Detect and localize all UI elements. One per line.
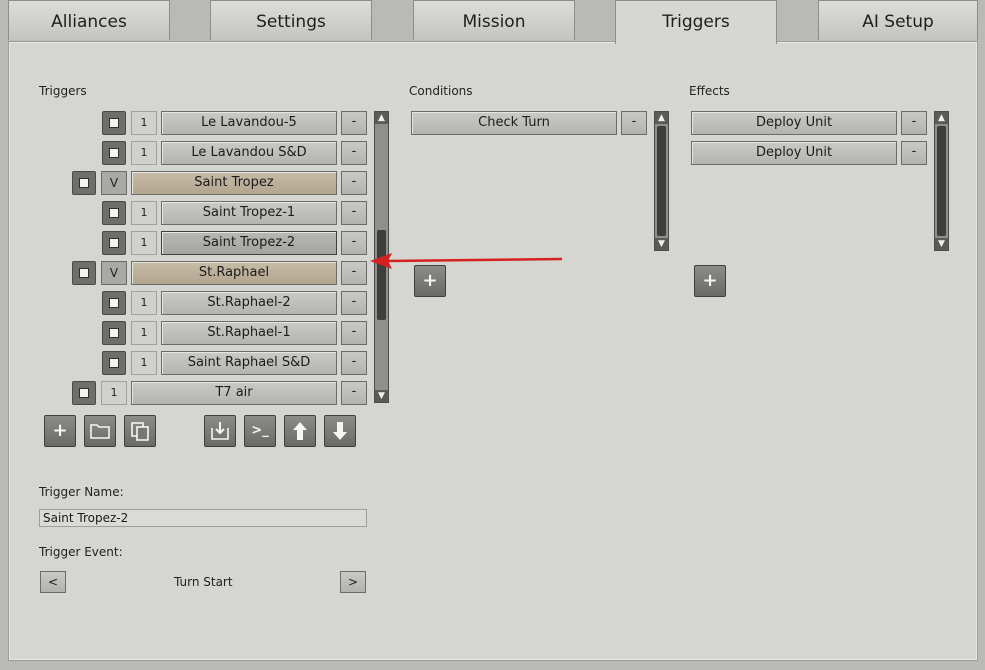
condition-button[interactable]: Check Turn [411,111,617,135]
remove-trigger-button[interactable]: - [341,261,367,285]
import-icon[interactable] [204,415,236,447]
scroll-thumb[interactable] [657,126,666,236]
remove-trigger-button[interactable]: - [341,321,367,345]
copy-icon[interactable] [124,415,156,447]
effect-button[interactable]: Deploy Unit [691,111,897,135]
trigger-event-label: Trigger Event: [39,545,123,559]
trigger-button[interactable]: Saint Tropez-1 [161,201,337,225]
tab-mission[interactable]: Mission [413,0,575,40]
remove-trigger-button[interactable]: - [341,351,367,375]
effects-label: Effects [689,84,730,98]
scroll-down-icon[interactable]: ▼ [375,390,388,402]
trigger-button[interactable]: St.Raphael-2 [161,291,337,315]
trigger-checkbox[interactable] [102,321,126,345]
trigger-count: 1 [131,141,157,165]
remove-trigger-button[interactable]: - [341,291,367,315]
add-effect-icon[interactable]: + [694,265,726,297]
annotation-arrow-icon [370,253,563,269]
remove-trigger-button[interactable]: - [341,201,367,225]
trigger-button[interactable]: Le Lavandou S&D [161,141,337,165]
conditions-scrollbar[interactable]: ▲ ▼ [654,111,669,251]
event-prev-button[interactable]: < [40,571,66,593]
trigger-count: 1 [131,201,157,225]
trigger-checkbox[interactable] [72,261,96,285]
trigger-group-button[interactable]: St.Raphael [131,261,337,285]
remove-condition-button[interactable]: - [621,111,647,135]
trigger-count: 1 [131,321,157,345]
trigger-checkbox[interactable] [102,111,126,135]
effect-button[interactable]: Deploy Unit [691,141,897,165]
trigger-button[interactable]: St.Raphael-1 [161,321,337,345]
trigger-group-button[interactable]: Saint Tropez [131,171,337,195]
trigger-checkbox[interactable] [102,141,126,165]
scroll-down-icon[interactable]: ▼ [655,238,668,250]
group-expand-toggle[interactable]: V [101,171,127,195]
scroll-up-icon[interactable]: ▲ [655,112,668,124]
trigger-count: 1 [101,381,127,405]
remove-trigger-button[interactable]: - [341,381,367,405]
remove-trigger-button[interactable]: - [341,171,367,195]
trigger-button[interactable]: Saint Raphael S&D [161,351,337,375]
scroll-up-icon[interactable]: ▲ [935,112,948,124]
trigger-checkbox[interactable] [72,171,96,195]
group-expand-toggle[interactable]: V [101,261,127,285]
trigger-checkbox[interactable] [102,231,126,255]
scroll-thumb[interactable] [377,230,386,320]
remove-trigger-button[interactable]: - [341,141,367,165]
remove-trigger-button[interactable]: - [341,231,367,255]
trigger-count: 1 [131,231,157,255]
tab-alliances[interactable]: Alliances [8,0,170,40]
trigger-event-value: Turn Start [174,575,233,589]
effects-scrollbar[interactable]: ▲ ▼ [934,111,949,251]
event-next-button[interactable]: > [340,571,366,593]
trigger-count: 1 [131,351,157,375]
triggers-label: Triggers [39,84,87,98]
tab-settings[interactable]: Settings [210,0,372,40]
add-icon[interactable]: + [44,415,76,447]
trigger-name-label: Trigger Name: [39,485,124,499]
tab-triggers[interactable]: Triggers [615,0,777,44]
trigger-name-input[interactable]: Saint Tropez-2 [39,509,367,527]
remove-effect-button[interactable]: - [901,141,927,165]
move-down-icon[interactable] [324,415,356,447]
trigger-button-selected[interactable]: Saint Tropez-2 [161,231,337,255]
console-icon[interactable]: >_ [244,415,276,447]
trigger-checkbox[interactable] [102,201,126,225]
trigger-count: 1 [131,291,157,315]
trigger-checkbox[interactable] [102,291,126,315]
trigger-checkbox[interactable] [72,381,96,405]
trigger-button[interactable]: Le Lavandou-5 [161,111,337,135]
scroll-up-icon[interactable]: ▲ [375,112,388,124]
scroll-thumb[interactable] [937,126,946,236]
move-up-icon[interactable] [284,415,316,447]
folder-icon[interactable] [84,415,116,447]
tab-ai-setup[interactable]: AI Setup [818,0,978,40]
conditions-label: Conditions [409,84,473,98]
remove-effect-button[interactable]: - [901,111,927,135]
remove-trigger-button[interactable]: - [341,111,367,135]
trigger-checkbox[interactable] [102,351,126,375]
trigger-count: 1 [131,111,157,135]
trigger-button[interactable]: T7 air [131,381,337,405]
scroll-down-icon[interactable]: ▼ [935,238,948,250]
